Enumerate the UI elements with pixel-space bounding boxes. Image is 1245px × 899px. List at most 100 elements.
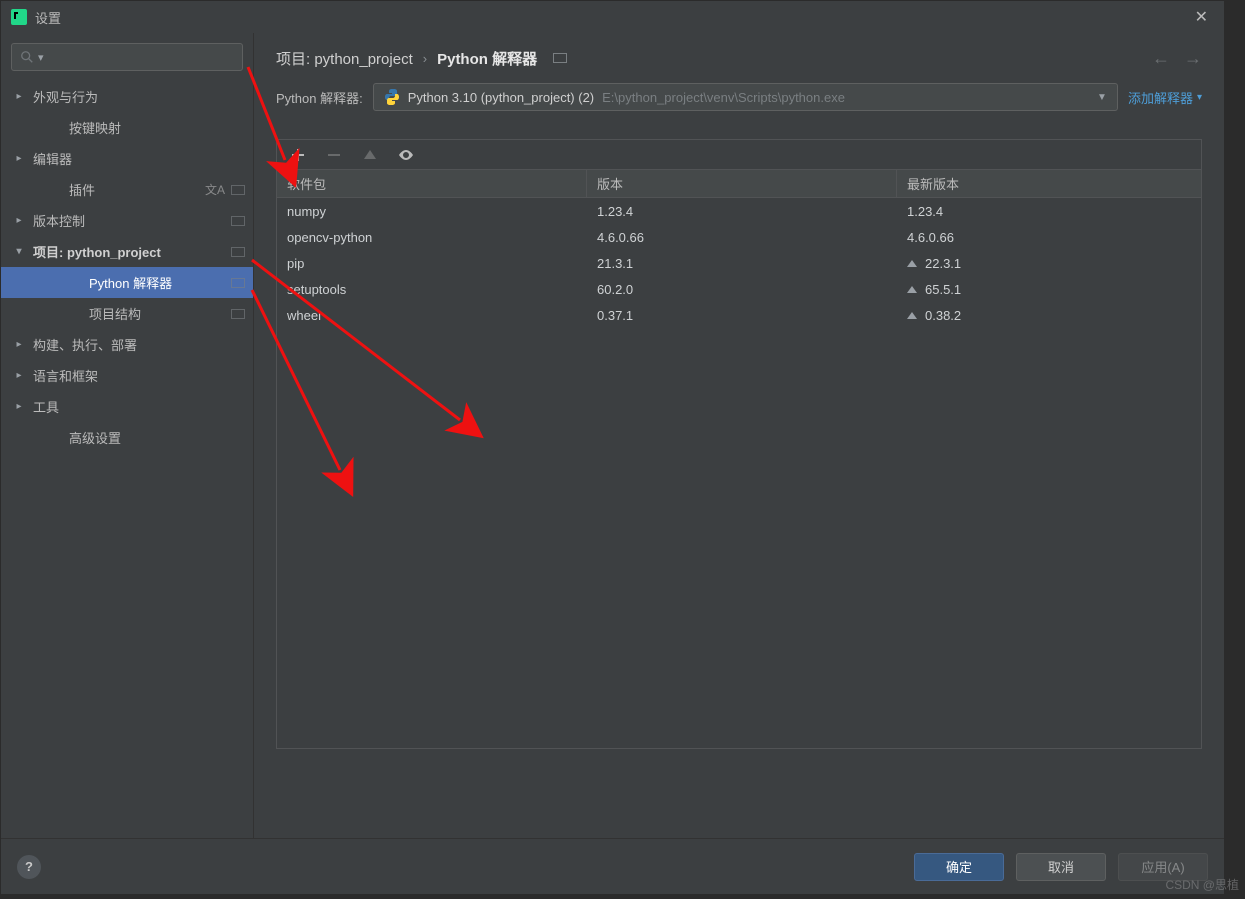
package-name: pip: [277, 256, 587, 271]
package-row[interactable]: wheel0.37.10.38.2: [277, 302, 1201, 328]
sidebar-item-label: 构建、执行、部署: [33, 335, 137, 354]
package-table: 软件包 版本 最新版本 numpy1.23.41.23.4opencv-pyth…: [276, 169, 1202, 749]
sidebar-item[interactable]: ▸ 编辑器: [1, 143, 253, 174]
sidebar-item[interactable]: ▸ 构建、执行、部署: [1, 329, 253, 360]
package-latest: 0.38.2: [897, 308, 1201, 323]
package-version: 1.23.4: [587, 204, 897, 219]
chevron-right-icon: ▸: [11, 370, 27, 381]
search-input[interactable]: ▾: [11, 43, 243, 71]
sidebar-item-label: 插件: [69, 180, 95, 199]
package-toolbar: [276, 139, 1202, 169]
package-name: numpy: [277, 204, 587, 219]
breadcrumb-separator: ›: [423, 51, 427, 66]
sidebar-item-label: 按键映射: [69, 118, 121, 137]
package-version: 0.37.1: [587, 308, 897, 323]
interpreter-path: E:\python_project\venv\Scripts\python.ex…: [602, 90, 845, 105]
column-header-version[interactable]: 版本: [587, 170, 897, 197]
cancel-button[interactable]: 取消: [1016, 853, 1106, 881]
column-header-name[interactable]: 软件包: [277, 170, 587, 197]
package-name: wheel: [277, 308, 587, 323]
sidebar: ▾ ▸ 外观与行为按键映射 ▸ 编辑器插件 文A ▸ 版本控制 ▾ 项目: python_pro…: [1, 33, 254, 838]
chevron-down-icon: ▾: [11, 246, 27, 257]
search-icon: [20, 50, 34, 64]
sidebar-item[interactable]: ▸ 工具: [1, 391, 253, 422]
search-dropdown-icon: ▾: [38, 51, 44, 64]
chevron-down-icon: ▼: [1097, 92, 1107, 103]
scope-icon: [553, 53, 567, 63]
chevron-right-icon: ▸: [11, 153, 27, 164]
chevron-right-icon: ▸: [11, 401, 27, 412]
scope-icon: [231, 278, 245, 288]
interpreter-label: Python 解释器:: [276, 88, 363, 107]
triangle-up-icon: [362, 147, 378, 163]
package-version: 60.2.0: [587, 282, 897, 297]
sidebar-item-label: Python 解释器: [89, 273, 172, 292]
column-header-latest[interactable]: 最新版本: [897, 170, 1201, 197]
sidebar-item[interactable]: 按键映射: [1, 112, 253, 143]
scope-icon: [231, 247, 245, 257]
sidebar-item[interactable]: Python 解释器: [1, 267, 253, 298]
scope-icon: [231, 216, 245, 226]
pycharm-icon: [11, 9, 27, 25]
breadcrumb-page: Python 解释器: [437, 48, 537, 69]
sidebar-item-label: 工具: [33, 397, 59, 416]
package-name: setuptools: [277, 282, 587, 297]
eye-icon: [398, 147, 414, 163]
window-title: 设置: [35, 8, 61, 27]
sidebar-item-label: 项目: python_project: [33, 242, 161, 261]
package-version: 21.3.1: [587, 256, 897, 271]
sidebar-item-label: 外观与行为: [33, 87, 98, 106]
sidebar-item[interactable]: ▸ 外观与行为: [1, 81, 253, 112]
upgrade-available-icon: [907, 312, 917, 319]
sidebar-item[interactable]: ▸ 语言和框架: [1, 360, 253, 391]
main-panel: 项目: python_project › Python 解释器 ← → Pyth…: [254, 33, 1224, 838]
sidebar-item[interactable]: ▾ 项目: python_project: [1, 236, 253, 267]
ok-button[interactable]: 确定: [914, 853, 1004, 881]
help-button[interactable]: ?: [17, 855, 41, 879]
upgrade-available-icon: [907, 260, 917, 267]
sidebar-item-label: 语言和框架: [33, 366, 98, 385]
nav-forward-icon[interactable]: →: [1184, 48, 1202, 69]
interpreter-name: Python 3.10 (python_project) (2): [408, 90, 594, 105]
minus-icon: [326, 147, 342, 163]
chevron-down-icon: ▾: [1197, 92, 1202, 103]
close-icon[interactable]: ✕: [1189, 3, 1214, 31]
package-row[interactable]: pip21.3.122.3.1: [277, 250, 1201, 276]
scope-icon: [231, 309, 245, 319]
breadcrumb: 项目: python_project › Python 解释器 ← →: [254, 33, 1224, 83]
show-early-releases-button[interactable]: [397, 146, 415, 164]
dialog-footer: ? 确定 取消 应用(A): [1, 838, 1224, 894]
add-package-button[interactable]: [289, 146, 307, 164]
translate-icon: 文A: [205, 181, 225, 198]
package-version: 4.6.0.66: [587, 230, 897, 245]
sidebar-item-label: 项目结构: [89, 304, 141, 323]
sidebar-item[interactable]: 插件 文A: [1, 174, 253, 205]
add-interpreter-link[interactable]: 添加解释器 ▾: [1128, 88, 1202, 107]
sidebar-item-label: 高级设置: [69, 428, 121, 447]
package-row[interactable]: setuptools60.2.065.5.1: [277, 276, 1201, 302]
upgrade-package-button[interactable]: [361, 146, 379, 164]
sidebar-item[interactable]: ▸ 版本控制: [1, 205, 253, 236]
sidebar-item[interactable]: 项目结构: [1, 298, 253, 329]
chevron-right-icon: ▸: [11, 91, 27, 102]
package-name: opencv-python: [277, 230, 587, 245]
scope-icon: [231, 185, 245, 195]
breadcrumb-project[interactable]: 项目: python_project: [276, 48, 413, 69]
sidebar-item-label: 编辑器: [33, 149, 72, 168]
python-icon: [384, 89, 400, 105]
apply-button[interactable]: 应用(A): [1118, 853, 1208, 881]
sidebar-item-label: 版本控制: [33, 211, 85, 230]
package-row[interactable]: opencv-python4.6.0.664.6.0.66: [277, 224, 1201, 250]
plus-icon: [290, 147, 306, 163]
titlebar: 设置 ✕: [1, 1, 1224, 33]
sidebar-item[interactable]: 高级设置: [1, 422, 253, 453]
nav-back-icon[interactable]: ←: [1152, 48, 1170, 69]
upgrade-available-icon: [907, 286, 917, 293]
chevron-right-icon: ▸: [11, 339, 27, 350]
package-latest: 1.23.4: [897, 204, 1201, 219]
chevron-right-icon: ▸: [11, 215, 27, 226]
package-row[interactable]: numpy1.23.41.23.4: [277, 198, 1201, 224]
interpreter-dropdown[interactable]: Python 3.10 (python_project) (2) E:\pyth…: [373, 83, 1118, 111]
package-latest: 4.6.0.66: [897, 230, 1201, 245]
remove-package-button[interactable]: [325, 146, 343, 164]
